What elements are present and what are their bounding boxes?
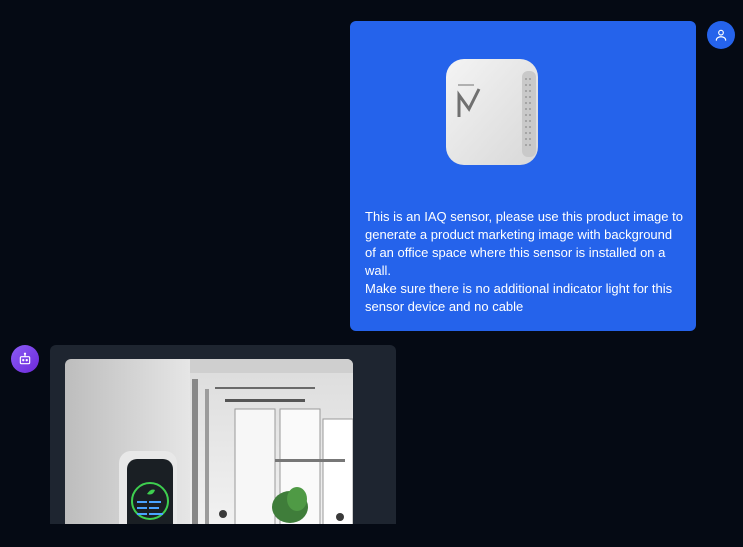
user-message-bubble: This is an IAQ sensor, please use this p… [350, 21, 696, 331]
user-icon [715, 29, 727, 41]
user-message-line: Make sure there is no additional indicat… [365, 281, 673, 314]
user-message-line: This is an IAQ sensor, please use this p… [365, 209, 683, 278]
user-message-text: This is an IAQ sensor, please use this p… [365, 208, 683, 316]
bot-message-bubble [50, 345, 396, 525]
generated-office-marketing-image[interactable] [65, 359, 353, 525]
iaq-sensor-product-image[interactable] [442, 51, 552, 171]
bottom-edge [0, 524, 743, 547]
user-avatar [707, 21, 735, 49]
bot-avatar [11, 345, 39, 373]
robot-icon [19, 352, 31, 365]
